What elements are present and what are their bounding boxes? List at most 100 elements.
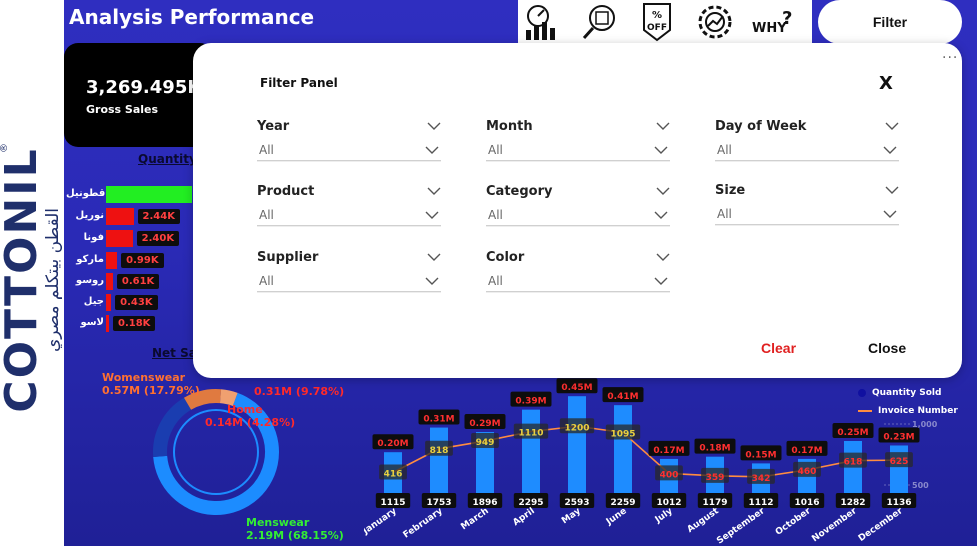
chevron-down-icon xyxy=(654,277,668,285)
chevron-down-icon xyxy=(425,211,439,219)
quantity-bar-row: قطونيل xyxy=(64,186,194,204)
sales-value-label: 0.15M xyxy=(745,450,776,460)
slicer-header[interactable]: Supplier xyxy=(257,248,441,266)
quantity-bar-label: 0.43K xyxy=(115,295,158,310)
chevron-down-icon xyxy=(656,187,670,195)
quantity-bar-row: روسو 0.61K xyxy=(64,273,194,291)
month-tick-label: December xyxy=(857,506,905,544)
quantity-chart-title: Quantity xyxy=(138,152,197,166)
sales-value-label: 0.29M xyxy=(469,419,500,429)
discount-tag-icon[interactable]: % OFF xyxy=(636,2,678,42)
quantity-bar-row: نوريل 2.44K xyxy=(64,208,194,226)
donut-label-menswear-name: Menswear xyxy=(246,516,310,529)
slicer-value: All xyxy=(717,142,732,157)
quantity-bar-row: فونا 2.40K xyxy=(64,230,194,248)
slicer-dropdown[interactable]: All xyxy=(486,270,670,292)
slicer-dropdown[interactable]: All xyxy=(257,139,441,161)
sales-value-label: 0.31M xyxy=(423,415,454,425)
filter-button[interactable]: Filter xyxy=(818,0,962,44)
slicer-header[interactable]: Month xyxy=(486,117,670,135)
sales-value-label: 0.39M xyxy=(515,397,546,407)
why-question-icon[interactable]: WHY ? xyxy=(752,2,794,42)
quantity-bar-name: فونا xyxy=(83,232,104,243)
slicer-value: All xyxy=(488,273,503,288)
slicer-header[interactable]: Color xyxy=(486,248,670,266)
slicer-day-of-week: Day of Week All xyxy=(715,117,899,161)
donut-slice xyxy=(219,389,238,407)
quantity-bar-row: جيل 0.43K xyxy=(64,294,194,312)
sales-value-label: 0.17M xyxy=(791,446,822,456)
month-tick-label: February xyxy=(402,506,445,540)
month-tick-label: January xyxy=(364,506,399,537)
quantity-bar-name: نوريل xyxy=(75,210,104,221)
slicer-dropdown[interactable]: All xyxy=(715,139,899,161)
invoice-value-label: 618 xyxy=(844,458,863,468)
brand-name: COTTONIL xyxy=(0,147,47,413)
chevron-down-icon xyxy=(425,277,439,285)
slicer-value: All xyxy=(488,142,503,157)
month-tick-label: May xyxy=(560,506,583,526)
chevron-down-icon xyxy=(883,210,897,218)
chevron-down-icon xyxy=(654,211,668,219)
donut-label-menswear-value: 2.19M (68.15%) xyxy=(246,529,344,542)
product-search-icon[interactable] xyxy=(580,2,622,42)
donut-label-womenswear-name: Womenswear xyxy=(102,371,186,384)
month-bar xyxy=(844,441,862,497)
sales-chart-icon[interactable] xyxy=(518,2,560,42)
chevron-down-icon xyxy=(427,253,441,261)
sales-value-label: 0.17M xyxy=(653,446,684,456)
chevron-down-icon xyxy=(654,146,668,154)
chevron-down-icon xyxy=(427,122,441,130)
clear-button[interactable]: Clear xyxy=(761,340,796,356)
close-button[interactable]: Close xyxy=(868,340,906,356)
slicer-dropdown[interactable]: All xyxy=(257,204,441,226)
sales-value-label: 0.23M xyxy=(883,432,914,442)
chevron-down-icon xyxy=(883,146,897,154)
slicer-header[interactable]: Size xyxy=(715,181,899,199)
quantity-bar xyxy=(106,208,134,225)
month-tick-label: March xyxy=(459,506,490,532)
month-bar xyxy=(614,405,632,497)
slicer-header[interactable]: Category xyxy=(486,182,670,200)
slicer-dropdown[interactable]: All xyxy=(486,204,670,226)
slicer-header[interactable]: Day of Week xyxy=(715,117,899,135)
slicer-supplier: Supplier All xyxy=(257,248,441,292)
invoice-value-label: 460 xyxy=(798,467,817,477)
chevron-down-icon xyxy=(656,122,670,130)
slicer-dropdown[interactable]: All xyxy=(257,270,441,292)
slicer-dropdown[interactable]: All xyxy=(715,203,899,225)
quantity-bar-row: لاسو 0.18K xyxy=(64,315,194,333)
sales-value-label: 0.25M xyxy=(837,428,868,438)
close-x-button[interactable]: X xyxy=(879,73,893,94)
quantity-bar-name: روسو xyxy=(75,275,104,286)
slicer-dropdown[interactable]: All xyxy=(486,139,670,161)
legend-label: Quantity Sold xyxy=(872,388,942,398)
month-tick-label: July xyxy=(653,506,675,526)
donut-label-segment-value: 0.31M (9.78%) xyxy=(254,385,345,398)
quantity-bar-label: 0.18K xyxy=(113,316,156,331)
slicer-label: Supplier xyxy=(257,249,319,265)
slicer-value: All xyxy=(488,207,503,222)
brand-tagline: القطن بيتكلم مصري xyxy=(43,207,63,353)
more-options-icon[interactable]: ··· xyxy=(942,50,958,66)
slicer-label: Year xyxy=(257,118,290,134)
right-axis-tick: 500 xyxy=(912,481,929,490)
brand-sidebar: COTTONIL القطن بيتكلم مصري ® xyxy=(0,0,64,546)
quantity-bar xyxy=(106,294,112,311)
growth-gear-icon[interactable] xyxy=(694,2,736,42)
quantity-bar-name: ماركو xyxy=(76,254,104,265)
invoice-value-label: 1095 xyxy=(610,429,635,439)
legend-label: Invoice Number xyxy=(878,406,958,416)
slicer-month: Month All xyxy=(486,117,670,161)
slicer-header[interactable]: Product xyxy=(257,182,441,200)
quantity-bar xyxy=(106,273,113,290)
legend-item-quantity-sold: Quantity Sold xyxy=(858,388,958,398)
quantity-bar-label: 2.40K xyxy=(136,231,180,246)
gross-sales-value: 3,269.495K xyxy=(86,77,202,98)
filter-panel-modal: Filter Panel X Year All Month All Day of Wee… xyxy=(193,43,962,378)
slicer-color: Color All xyxy=(486,248,670,292)
slicer-header[interactable]: Year xyxy=(257,117,441,135)
quantity-bar xyxy=(106,186,192,203)
slicer-label: Day of Week xyxy=(715,118,807,134)
invoice-value-label: 1200 xyxy=(564,423,589,433)
